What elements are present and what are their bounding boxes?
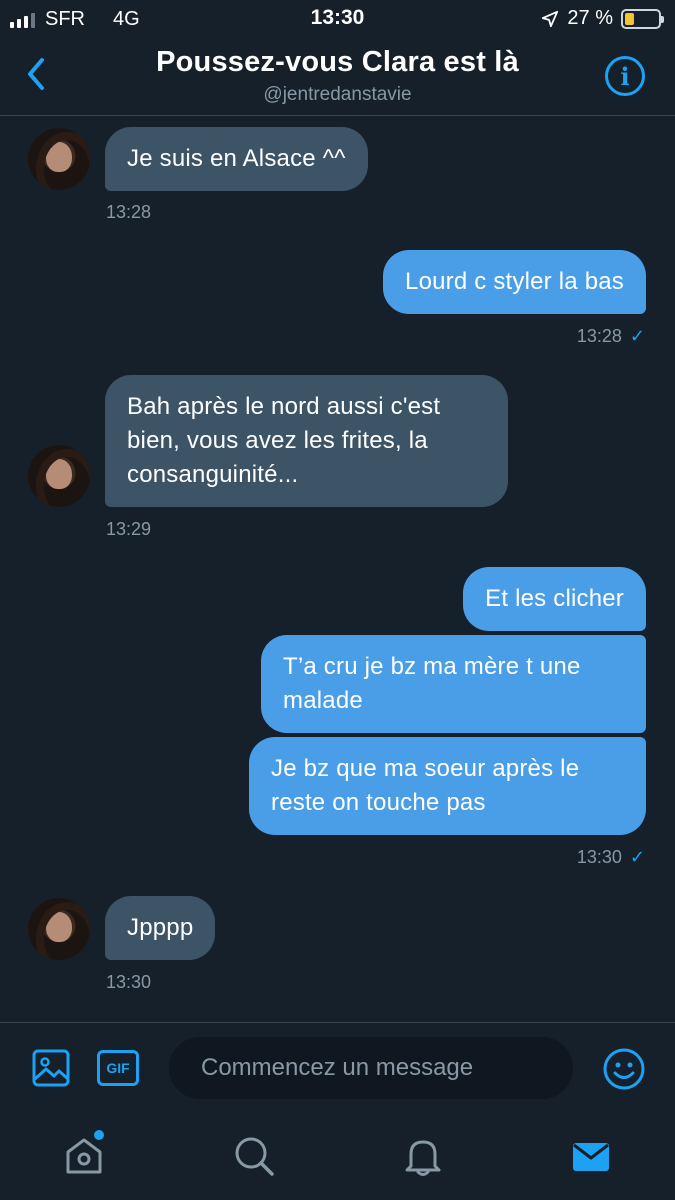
avatar[interactable] xyxy=(28,898,90,960)
mail-icon[interactable] xyxy=(569,1134,613,1178)
conversation-handle: @jentredanstavie xyxy=(263,84,412,105)
tab-bar xyxy=(0,1114,675,1200)
smiley-icon[interactable] xyxy=(603,1048,645,1090)
search-icon[interactable] xyxy=(232,1134,276,1178)
image-icon[interactable] xyxy=(32,1049,70,1087)
location-arrow-icon xyxy=(542,10,559,27)
message-input[interactable] xyxy=(169,1037,573,1099)
read-check-icon: ✓ xyxy=(629,326,645,346)
message-composer: GIF xyxy=(0,1022,675,1114)
info-icon[interactable]: i xyxy=(605,56,645,96)
incoming-message[interactable]: Jpppp xyxy=(105,896,216,960)
message-timestamp-row: 13:30 ✓ xyxy=(577,847,645,868)
message-timestamp: 13:28 xyxy=(106,202,152,222)
conversation-title[interactable]: Poussez-vous Clara est là xyxy=(0,46,675,79)
status-right: 27 % xyxy=(541,7,664,30)
message-timestamp: 13:30 xyxy=(106,972,152,992)
battery-fill xyxy=(625,12,634,25)
message-timestamp: 13:30 xyxy=(576,847,622,867)
incoming-message[interactable]: Bah après le nord aussi c'est bien, vous… xyxy=(105,375,508,507)
avatar[interactable] xyxy=(28,445,90,507)
battery-percent: 27 % xyxy=(567,7,613,29)
message-timestamp: 13:28 xyxy=(576,326,622,346)
outgoing-message[interactable]: Lourd c styler la bas xyxy=(383,250,646,314)
outgoing-message[interactable]: Et les clicher xyxy=(463,567,646,631)
outgoing-message[interactable]: T’a cru je bz ma mère t une malade xyxy=(261,635,646,733)
message-list[interactable]: Je suis en Alsace ^^ 13:28 Lourd c style… xyxy=(0,117,675,1022)
gif-button[interactable]: GIF xyxy=(97,1050,139,1086)
bell-icon[interactable] xyxy=(401,1134,445,1178)
battery-icon xyxy=(621,8,664,29)
message-timestamp: 13:29 xyxy=(106,519,152,539)
outgoing-message[interactable]: Je bz que ma soeur après le reste on tou… xyxy=(249,737,646,835)
read-check-icon: ✓ xyxy=(629,847,645,867)
avatar[interactable] xyxy=(28,128,90,190)
incoming-message[interactable]: Je suis en Alsace ^^ xyxy=(105,127,368,191)
home-icon[interactable] xyxy=(62,1134,106,1178)
notification-dot xyxy=(94,1130,104,1140)
message-timestamp-row: 13:28 ✓ xyxy=(577,326,645,347)
conversation-header: Poussez-vous Clara est là @jentredanstav… xyxy=(0,38,675,116)
status-bar: SFR 4G 13:30 27 % xyxy=(0,0,675,38)
